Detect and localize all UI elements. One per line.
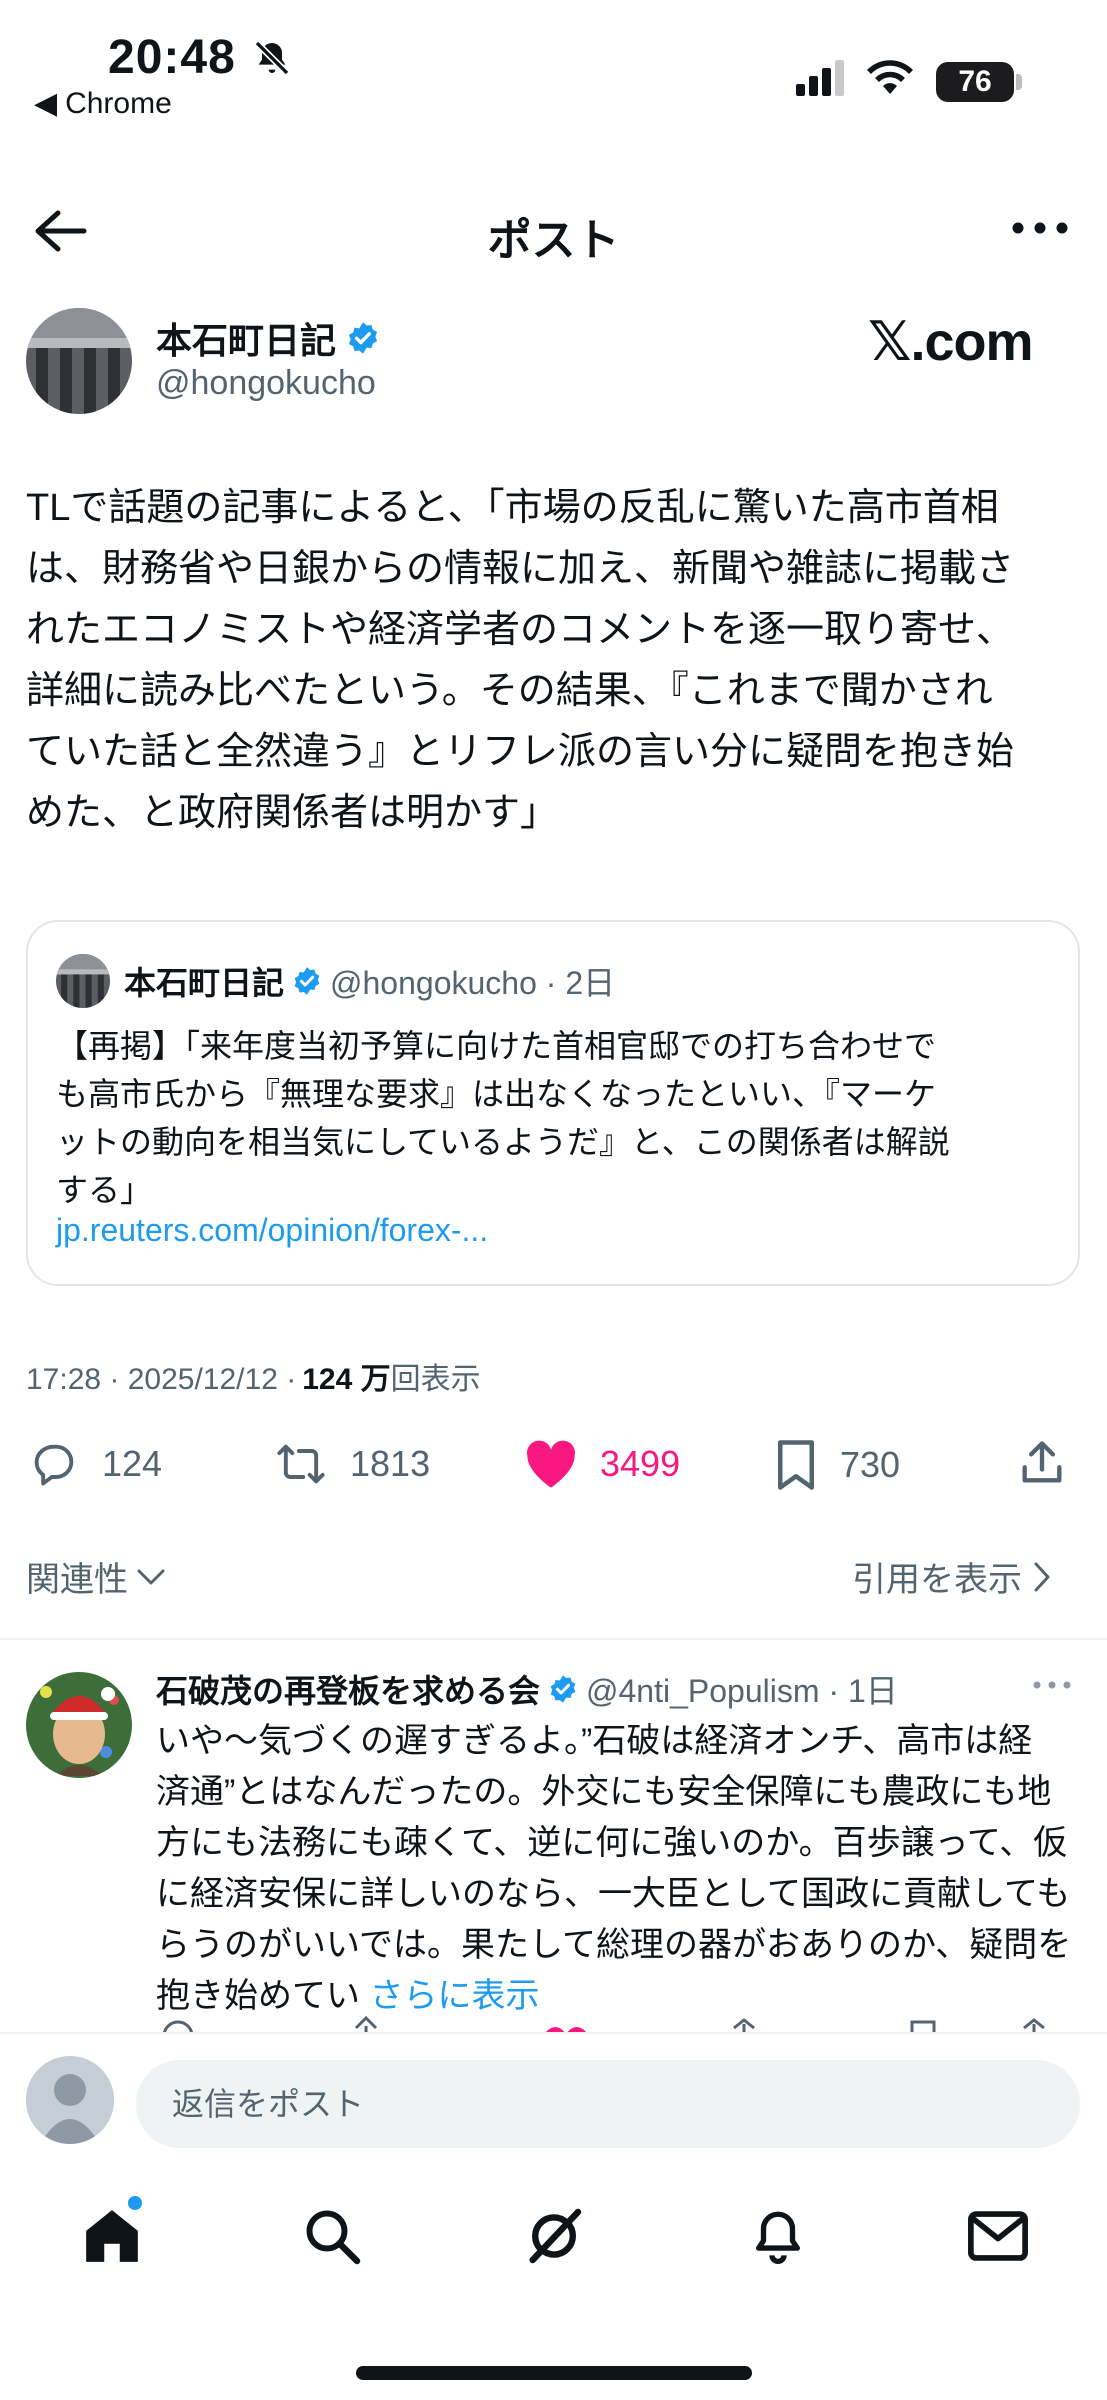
reply-actions-row bbox=[156, 2014, 1056, 2034]
sort-replies-dropdown[interactable]: 関連性 bbox=[26, 1552, 166, 1601]
bookmark-icon bbox=[778, 1440, 814, 1490]
back-arrow-icon bbox=[35, 210, 87, 252]
bookmark-button[interactable]: 730 bbox=[772, 1438, 900, 1492]
author-avatar[interactable] bbox=[26, 308, 132, 414]
bell-icon bbox=[756, 2211, 800, 2265]
reply-text: いや〜気づくの遅すぎるよ。”石破は経済オンチ、高市は経 済通”とはなんだったの。… bbox=[156, 1722, 1072, 2015]
quote-link[interactable]: jp.reuters.com/opinion/forex-... bbox=[56, 1212, 488, 1249]
reply-header: 石破茂の再登板を求める会 @4nti_Populism · 1日 bbox=[156, 1666, 898, 1712]
more-icon bbox=[1012, 222, 1068, 234]
share-button[interactable] bbox=[1016, 1436, 1068, 1490]
home-icon bbox=[86, 2210, 138, 2262]
quote-handle-time: @hongokucho · 2日 bbox=[330, 965, 616, 1001]
home-indicator[interactable] bbox=[356, 2366, 752, 2380]
signal-icon bbox=[796, 60, 848, 96]
bell-off-icon bbox=[252, 38, 292, 78]
view-quotes-link[interactable]: 引用を表示 bbox=[852, 1552, 1052, 1601]
reply-avatar[interactable] bbox=[26, 1672, 132, 1778]
reply-input[interactable] bbox=[136, 2060, 1080, 2148]
author-handle[interactable]: @hongokucho bbox=[156, 364, 376, 403]
quote-body: 【再掲】「来年度当初予算に向けた首相官邸での打ち合わせで も高市氏から『無理な要… bbox=[56, 1028, 950, 1208]
divider bbox=[0, 1638, 1107, 1640]
nav-notifications[interactable] bbox=[738, 2196, 818, 2276]
views-count: 124 万 bbox=[302, 1363, 391, 1396]
chevron-down-icon bbox=[137, 1569, 165, 1584]
chevron-right-icon bbox=[1034, 1562, 1050, 1591]
reply-author-name[interactable]: 石破茂の再登板を求める会 bbox=[156, 1666, 540, 1712]
quote-header: 本石町日記 @hongokucho · 2日 bbox=[124, 958, 615, 1004]
back-to-app-link[interactable]: ◀ Chrome bbox=[34, 86, 172, 121]
nav-messages[interactable] bbox=[958, 2196, 1038, 2276]
heart-icon bbox=[527, 1440, 576, 1488]
mail-icon bbox=[968, 2211, 1028, 2261]
back-button[interactable] bbox=[26, 196, 96, 266]
reply-body: いや〜気づくの遅すぎるよ。”石破は経済オンチ、高市は経 済通”とはなんだったの。… bbox=[156, 1716, 1076, 2022]
verified-badge-icon bbox=[348, 322, 378, 354]
page-title: ポスト bbox=[487, 216, 620, 265]
reply-button[interactable]: 124 bbox=[26, 1438, 162, 1490]
brand-watermark: 𝕏.com bbox=[868, 312, 1034, 372]
author-name-row[interactable]: 本石町日記 bbox=[156, 312, 380, 364]
quote-author-name: 本石町日記 bbox=[124, 965, 285, 1001]
nav-grok[interactable] bbox=[514, 2196, 594, 2276]
search-icon bbox=[306, 2210, 361, 2265]
post-body: TLで話題の記事によると、「市場の反乱に驚いた高市首相 は、財務省や日銀からの情… bbox=[26, 487, 1015, 834]
wifi-icon bbox=[866, 56, 914, 96]
nav-home[interactable] bbox=[72, 2196, 152, 2276]
share-icon bbox=[1022, 1441, 1062, 1483]
repost-icon bbox=[277, 1444, 325, 1484]
quote-avatar bbox=[56, 954, 110, 1008]
reply-icon bbox=[34, 1444, 74, 1486]
triangle-left-icon: ◀ bbox=[34, 87, 58, 120]
more-icon bbox=[1033, 1681, 1071, 1689]
home-unread-dot bbox=[128, 2196, 142, 2210]
post-meta: 17:28 · 2025/12/12 · 124 万 回表示 bbox=[26, 1354, 481, 1398]
user-avatar[interactable] bbox=[26, 2056, 114, 2144]
view-quotes-label: 引用を表示 bbox=[852, 1561, 1022, 1599]
nav-search[interactable] bbox=[292, 2196, 372, 2276]
more-button[interactable] bbox=[1000, 208, 1080, 248]
verified-badge-icon bbox=[294, 967, 320, 995]
grok-icon bbox=[529, 2208, 582, 2264]
like-count: 3499 bbox=[600, 1443, 681, 1484]
sort-label: 関連性 bbox=[26, 1561, 128, 1599]
status-time: 20:48 bbox=[108, 31, 236, 84]
reply-more-button[interactable] bbox=[1032, 1680, 1072, 1690]
verified-badge-icon bbox=[550, 1675, 576, 1703]
battery-tip bbox=[1016, 74, 1022, 90]
reply-handle-time: @4nti_Populism · 1日 bbox=[586, 1673, 898, 1709]
show-more-link[interactable]: さらに表示 bbox=[369, 1977, 539, 2015]
author-name[interactable]: 本石町日記 bbox=[156, 312, 336, 364]
post-timestamp: 17:28 · 2025/12/12 · bbox=[26, 1363, 297, 1396]
repost-button[interactable]: 1813 bbox=[272, 1438, 430, 1490]
like-button[interactable]: 3499 bbox=[522, 1438, 680, 1490]
repost-count: 1813 bbox=[350, 1443, 431, 1484]
bookmark-count: 730 bbox=[840, 1444, 901, 1485]
views-label: 回表示 bbox=[390, 1363, 481, 1396]
reply-count: 124 bbox=[102, 1443, 163, 1484]
battery-indicator: 76 bbox=[936, 62, 1014, 102]
back-to-app-label: Chrome bbox=[65, 86, 172, 120]
